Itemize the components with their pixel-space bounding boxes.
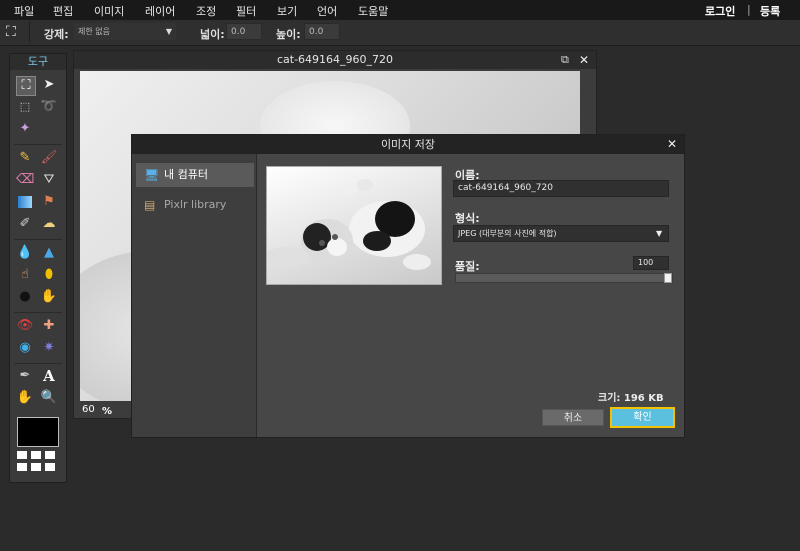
slider-handle[interactable] — [664, 273, 672, 283]
menu-adjust[interactable]: 조정 — [196, 3, 216, 19]
register-link[interactable]: 등록 — [760, 3, 780, 19]
menu-file[interactable]: 파일 — [14, 3, 34, 19]
menu-bar: 파일 편집 이미지 레이어 조정 필터 보기 언어 도움말 로그인 | 등록 — [0, 0, 800, 21]
eraser-icon[interactable]: ⌫ — [16, 171, 34, 189]
menu-help[interactable]: 도움말 — [358, 3, 388, 19]
format-label: 형식: — [455, 212, 480, 225]
sponge-icon[interactable]: ⬮ — [40, 266, 58, 284]
tools-title: 도구 — [10, 54, 66, 70]
sidebar-item-label: Pixlr library — [164, 198, 227, 211]
hand-icon[interactable]: ✋ — [16, 389, 34, 407]
menu-layer[interactable]: 레이어 — [145, 3, 175, 19]
cancel-button[interactable]: 취소 — [542, 409, 604, 426]
library-icon: ▤ — [144, 198, 156, 212]
sidebar-item-label: 내 컴퓨터 — [164, 168, 208, 181]
burn-icon[interactable]: ● — [16, 288, 34, 306]
close-icon[interactable]: ✕ — [579, 51, 589, 69]
move-tool-icon[interactable]: ➤ — [40, 76, 58, 94]
image-window-title: cat-649164_960_720 ⧉ ✕ — [74, 51, 596, 69]
magic-wand-icon[interactable]: ✦ — [16, 120, 34, 138]
dodge-icon[interactable]: ✋ — [40, 288, 58, 306]
color-picker-icon[interactable]: ✒ — [16, 367, 34, 385]
color-swatch[interactable] — [17, 417, 59, 447]
brush-icon[interactable]: 🖌 — [40, 149, 58, 167]
quality-label: 품질: — [455, 260, 480, 273]
tools-panel: 도구 ⛶ ➤ ⬚ ➰ ✦ ✎ 🖌 ⌫ ⛛ ⚑ ✐ ☁ 💧 ▲ ☝ ⬮ ● ✋ 👁… — [9, 53, 67, 483]
filename-input[interactable]: cat-649164_960_720 — [453, 180, 669, 197]
pencil-icon[interactable]: ✎ — [16, 149, 34, 167]
width-input[interactable]: 0.0 — [226, 23, 262, 40]
sidebar-item-pixlr-library[interactable]: ▤ Pixlr library — [136, 193, 254, 217]
quality-slider[interactable] — [455, 273, 673, 283]
red-eye-icon[interactable]: 👁 — [16, 317, 34, 335]
ok-button[interactable]: 확인 — [610, 407, 675, 428]
crop-tool-icon[interactable]: ⛶ — [16, 76, 36, 96]
blur-icon[interactable]: 💧 — [16, 244, 34, 262]
computer-icon: 🖥 — [144, 168, 160, 182]
pinch-icon[interactable]: ✷ — [40, 339, 58, 357]
lasso-tool-icon[interactable]: ➰ — [40, 98, 58, 116]
constrain-value: 제한 없음 — [78, 27, 110, 36]
close-icon[interactable]: ✕ — [667, 135, 677, 154]
zoom-icon[interactable]: 🔍 — [40, 389, 58, 407]
drawing-icon[interactable]: ☁ — [40, 215, 58, 233]
text-tool-icon[interactable]: A — [40, 367, 58, 385]
file-size-text: 크기: 196 KB — [598, 393, 664, 404]
height-label: 높이: — [276, 28, 301, 41]
crop-icon: ⛶ — [6, 24, 16, 40]
image-preview — [266, 166, 442, 285]
menu-view[interactable]: 보기 — [277, 3, 297, 19]
zoom-unit: % — [102, 406, 113, 417]
save-image-dialog: 이미지 저장 ✕ 🖥 내 컴퓨터 ▤ Pixlr library 이름: cat… — [131, 134, 685, 438]
gradient-icon[interactable] — [18, 196, 32, 208]
format-select[interactable]: JPEG (대부분의 사진에 적합) ▼ — [453, 225, 669, 242]
save-location-sidebar: 🖥 내 컴퓨터 ▤ Pixlr library — [132, 154, 257, 437]
format-value: JPEG (대부분의 사진에 적합) — [458, 229, 557, 238]
menu-separator: | — [747, 3, 751, 16]
login-link[interactable]: 로그인 — [705, 3, 735, 19]
menu-filter[interactable]: 필터 — [236, 3, 256, 19]
smudge-icon[interactable]: ☝ — [16, 266, 34, 284]
clone-stamp-icon[interactable]: ⚑ — [40, 193, 58, 211]
chevron-down-icon: ▼ — [656, 229, 663, 238]
constrain-select[interactable]: 제한 없음 ▼ — [74, 23, 176, 40]
paint-bucket-icon[interactable]: ⛛ — [40, 171, 58, 189]
marquee-tool-icon[interactable]: ⬚ — [16, 98, 34, 116]
restore-icon[interactable]: ⧉ — [561, 51, 569, 69]
width-label: 넓이: — [200, 28, 225, 41]
dialog-title: 이미지 저장 — [380, 138, 436, 151]
constrain-label: 강제: — [44, 28, 69, 41]
height-input[interactable]: 0.0 — [304, 23, 340, 40]
spot-heal-icon[interactable]: ✚ — [40, 317, 58, 335]
cat-thumbnail — [267, 179, 431, 270]
chevron-down-icon: ▼ — [165, 27, 172, 36]
color-replace-icon[interactable]: ✐ — [16, 215, 34, 233]
dialog-title-bar: 이미지 저장 ✕ — [132, 135, 684, 154]
menu-edit[interactable]: 편집 — [53, 3, 73, 19]
menu-image[interactable]: 이미지 — [94, 3, 124, 19]
quality-input[interactable]: 100 — [633, 256, 669, 270]
zoom-value[interactable]: 60 — [82, 404, 95, 415]
bloat-icon[interactable]: ◉ — [16, 339, 34, 357]
menu-language[interactable]: 언어 — [317, 3, 337, 19]
sharpen-icon[interactable]: ▲ — [40, 244, 58, 262]
grid-icon[interactable] — [17, 451, 57, 473]
options-bar: ⛶ 강제: 제한 없음 ▼ 넓이: 0.0 높이: 0.0 — [0, 20, 800, 46]
sidebar-item-my-computer[interactable]: 🖥 내 컴퓨터 — [136, 163, 254, 187]
image-title: cat-649164_960_720 — [276, 53, 394, 66]
